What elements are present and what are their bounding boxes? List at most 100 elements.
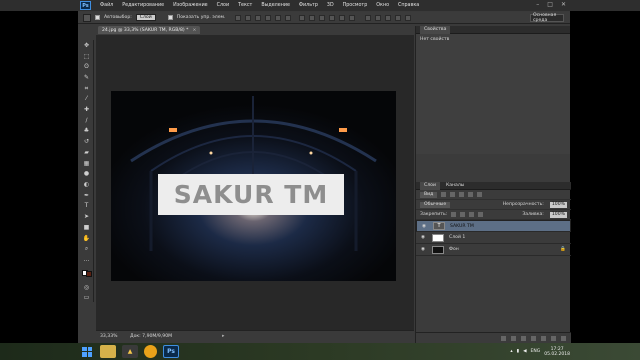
menu-image[interactable]: Изображение xyxy=(173,3,208,8)
shape-icon[interactable]: ■ xyxy=(83,224,91,232)
3d-rotate-icon[interactable] xyxy=(375,14,382,21)
visibility-eye-icon[interactable]: ◉ xyxy=(421,235,427,240)
distribute-left-icon[interactable] xyxy=(329,14,336,21)
media-player-icon[interactable]: ▲ xyxy=(122,345,138,358)
minimize-button[interactable]: – xyxy=(536,1,539,8)
eyedropper-icon[interactable]: ⁄ xyxy=(83,96,91,104)
3d-mode-icon[interactable] xyxy=(365,14,372,21)
healing-brush-icon[interactable]: ✚ xyxy=(83,106,91,114)
browser-icon[interactable] xyxy=(144,345,157,358)
align-top-icon[interactable] xyxy=(235,14,242,21)
distribute-right-icon[interactable] xyxy=(349,14,356,21)
lock-all-icon[interactable] xyxy=(478,212,484,217)
move-tool-icon[interactable] xyxy=(83,13,91,22)
adjustment-layer-icon[interactable] xyxy=(531,335,536,341)
start-button[interactable] xyxy=(80,345,94,359)
quick-mask-icon[interactable]: ◎ xyxy=(83,284,91,292)
workspace-select[interactable]: Основная среда xyxy=(530,13,564,23)
new-group-icon[interactable] xyxy=(541,335,546,341)
layer-row-sakur[interactable]: ◉ T SAKUR TM xyxy=(416,220,571,232)
menu-file[interactable]: Файл xyxy=(100,3,113,8)
menu-help[interactable]: Справка xyxy=(398,3,419,8)
layer-style-icon[interactable] xyxy=(511,335,516,341)
clone-stamp-icon[interactable]: ♣ xyxy=(83,128,91,136)
visibility-eye-icon[interactable]: ◉ xyxy=(421,247,427,252)
align-middle-icon[interactable] xyxy=(245,14,252,21)
layer-kind-select[interactable]: Вид xyxy=(420,191,438,198)
eraser-icon[interactable]: ▰ xyxy=(83,149,91,157)
lasso-icon[interactable]: ʘ xyxy=(83,63,91,71)
blend-mode-select[interactable]: Обычные xyxy=(420,201,451,208)
distribute-middle-icon[interactable] xyxy=(309,14,316,21)
align-center-icon[interactable] xyxy=(275,14,282,21)
type-icon[interactable]: T xyxy=(83,203,91,211)
show-controls-checkbox[interactable] xyxy=(167,15,173,20)
distribute-center-icon[interactable] xyxy=(339,14,346,21)
align-right-icon[interactable] xyxy=(285,14,292,21)
lock-position-icon[interactable] xyxy=(469,212,475,217)
lock-transparent-icon[interactable] xyxy=(451,212,457,217)
add-mask-icon[interactable] xyxy=(521,335,526,341)
marquee-icon[interactable]: ⬚ xyxy=(83,53,91,61)
path-select-icon[interactable]: ➤ xyxy=(83,213,91,221)
autoselect-dropdown[interactable]: Слой xyxy=(135,14,156,21)
layer-row-background[interactable]: ◉ Фон 🔒 xyxy=(416,244,571,256)
tray-arrow-icon[interactable]: ▴ xyxy=(510,349,512,354)
tab-properties[interactable]: Свойства xyxy=(420,25,451,34)
delete-layer-icon[interactable] xyxy=(561,335,566,341)
color-swatches[interactable] xyxy=(81,269,92,277)
opacity-input[interactable]: 100% xyxy=(549,201,567,208)
3d-slide-icon[interactable] xyxy=(405,14,412,21)
new-layer-icon[interactable] xyxy=(551,335,556,341)
crop-icon[interactable]: ⌗ xyxy=(83,85,91,93)
file-explorer-icon[interactable] xyxy=(100,345,116,358)
dodge-icon[interactable]: ◐ xyxy=(83,181,91,189)
background-color-swatch[interactable] xyxy=(85,270,92,277)
extra-tools-icon[interactable]: … xyxy=(83,256,91,264)
pen-icon[interactable]: ✒ xyxy=(83,192,91,200)
tab-channels[interactable]: Каналы xyxy=(446,183,464,188)
3d-pan-icon[interactable] xyxy=(395,14,402,21)
zoom-level[interactable]: 33,33% xyxy=(100,334,120,339)
gradient-icon[interactable]: ▦ xyxy=(83,160,91,168)
close-document-icon[interactable]: × xyxy=(192,28,196,33)
menu-type[interactable]: Текст xyxy=(238,3,252,8)
network-icon[interactable]: ▮ xyxy=(517,349,519,354)
filter-pixel-icon[interactable] xyxy=(441,192,447,197)
filter-type-icon[interactable] xyxy=(459,192,465,197)
quick-select-icon[interactable]: ✎ xyxy=(83,74,91,82)
lock-pixels-icon[interactable] xyxy=(460,212,466,217)
menu-view[interactable]: Просмотр xyxy=(343,3,368,8)
visibility-eye-icon[interactable]: ◉ xyxy=(422,224,428,229)
tab-layers[interactable]: Слои xyxy=(420,181,440,190)
fill-input[interactable]: 100% xyxy=(549,211,567,218)
status-arrow-icon[interactable]: ▸ xyxy=(222,334,224,339)
close-button[interactable]: ✕ xyxy=(561,1,566,8)
menu-window[interactable]: Окно xyxy=(376,3,389,8)
3d-roll-icon[interactable] xyxy=(385,14,392,21)
zoom-icon[interactable]: ⌕ xyxy=(83,245,91,253)
brush-icon[interactable]: ∕ xyxy=(83,117,91,125)
screen-mode-icon[interactable]: ▭ xyxy=(83,294,91,302)
menu-filter[interactable]: Фильтр xyxy=(299,3,318,8)
volume-icon[interactable]: ◀ xyxy=(523,349,526,354)
filter-shape-icon[interactable] xyxy=(468,192,474,197)
photoshop-taskbar-icon[interactable]: Ps xyxy=(163,345,179,358)
history-brush-icon[interactable]: ↺ xyxy=(83,138,91,146)
filter-adjust-icon[interactable] xyxy=(450,192,456,197)
autoselect-checkbox[interactable] xyxy=(95,15,100,20)
align-bottom-icon[interactable] xyxy=(255,14,262,21)
maximize-button[interactable]: □ xyxy=(547,1,553,8)
menu-layers[interactable]: Слои xyxy=(217,3,229,8)
move-icon[interactable]: ✥ xyxy=(83,42,91,50)
menu-3d[interactable]: 3D xyxy=(327,3,334,8)
link-layers-icon[interactable] xyxy=(501,335,506,341)
distribute-top-icon[interactable] xyxy=(299,14,306,21)
menu-select[interactable]: Выделение xyxy=(261,3,290,8)
language-indicator[interactable]: ENG xyxy=(531,349,541,354)
distribute-bottom-icon[interactable] xyxy=(319,14,326,21)
hand-icon[interactable]: ✋ xyxy=(83,235,91,243)
layer-row-layer1[interactable]: ◉ Слой 1 xyxy=(416,232,571,244)
document-tab[interactable]: 24.jpg @ 33,3% (SAKUR TM, RGB/8) * × xyxy=(98,26,201,34)
banner-layer[interactable]: SAKUR TM xyxy=(158,174,344,215)
